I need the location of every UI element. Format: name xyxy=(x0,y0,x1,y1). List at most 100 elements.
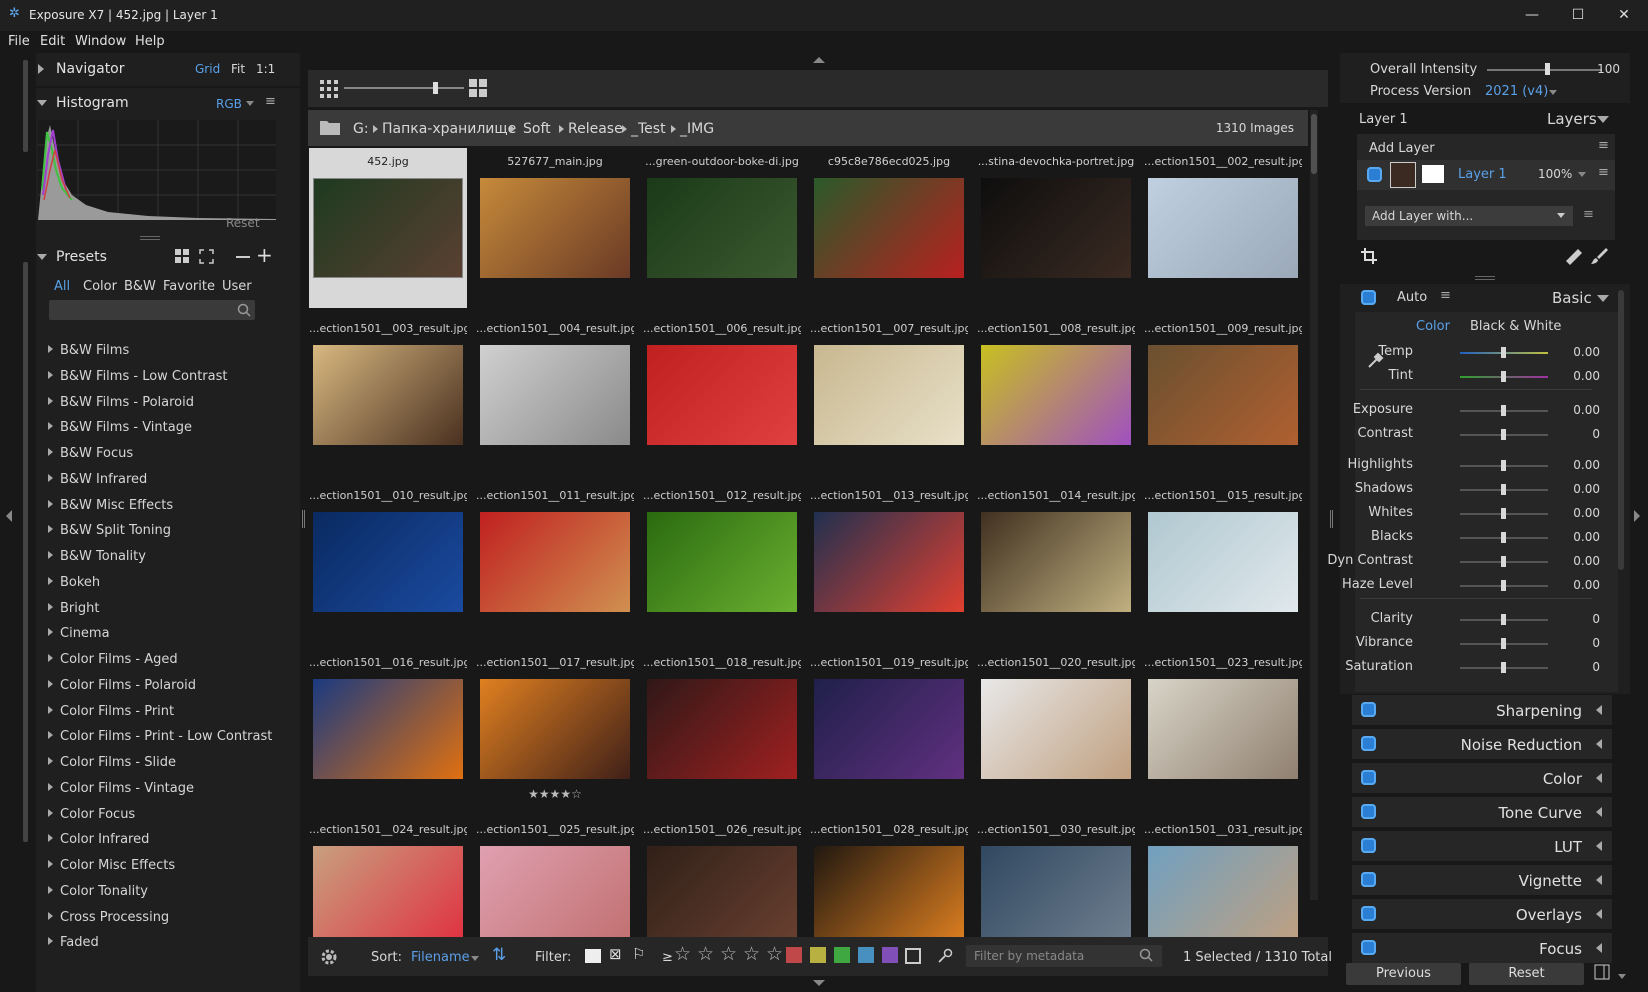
menu-icon[interactable]: ≡ xyxy=(1440,288,1451,303)
basic-title[interactable]: Basic xyxy=(1552,289,1592,307)
brush-icon[interactable] xyxy=(1590,247,1608,265)
menu-icon[interactable]: ≡ xyxy=(265,94,276,109)
preset-item[interactable]: Color Films - Aged xyxy=(48,652,178,667)
section-enable-toggle[interactable] xyxy=(1361,940,1376,955)
slider-knob[interactable] xyxy=(1501,484,1506,495)
reset-button[interactable]: Reset xyxy=(1469,963,1584,985)
collapse-right-icon[interactable] xyxy=(1634,510,1640,522)
section-enable-toggle[interactable] xyxy=(1361,804,1376,819)
preset-item[interactable]: Faded xyxy=(48,935,99,950)
slider-knob[interactable] xyxy=(1501,508,1506,519)
breadcrumb-item[interactable]: Папка-хранилище xyxy=(382,121,516,137)
slider-value[interactable]: 0 xyxy=(1560,427,1600,441)
thumbnail-cell[interactable]: ...ection1501__009_result.jpg xyxy=(1144,315,1302,475)
thumbnail-cell[interactable]: ...ection1501__007_result.jpg xyxy=(810,315,968,475)
layer-row[interactable]: Layer 1 100% ≡ xyxy=(1357,160,1615,190)
preset-item[interactable]: B&W Films - Low Contrast xyxy=(48,369,227,384)
auto-button[interactable]: Auto xyxy=(1397,290,1427,305)
chevron-down-icon[interactable] xyxy=(471,956,479,961)
flag-unflagged-icon[interactable]: ⚐ xyxy=(632,945,645,963)
thumbnail-image[interactable] xyxy=(1148,679,1298,779)
preset-item[interactable]: B&W Misc Effects xyxy=(48,498,173,513)
preset-item[interactable]: Color Films - Print - Low Contrast xyxy=(48,729,272,744)
thumbnail-image[interactable] xyxy=(313,178,463,278)
thumbnail-image[interactable] xyxy=(1148,846,1298,938)
maximize-button[interactable]: ☐ xyxy=(1555,0,1601,31)
eraser-icon[interactable] xyxy=(1564,247,1582,265)
left-scrollbar[interactable] xyxy=(23,262,28,842)
section-overlays[interactable]: Overlays xyxy=(1352,899,1612,929)
thumbnail-cell[interactable]: ...ection1501__024_result.jpg xyxy=(309,816,467,938)
preset-item[interactable]: B&W Split Toning xyxy=(48,523,171,538)
preset-item[interactable]: B&W Films - Polaroid xyxy=(48,395,194,410)
thumbnail-image[interactable] xyxy=(647,512,797,612)
thumbnail-cell[interactable]: ...ection1501__008_result.jpg xyxy=(977,315,1135,475)
thumbnail-cell[interactable]: ...ection1501__025_result.jpg xyxy=(476,816,634,938)
breadcrumb-item[interactable]: _Test xyxy=(631,121,666,137)
thumbnail-cell[interactable]: ...ection1501__017_result.jpg ★★★★☆ xyxy=(476,649,634,809)
thumbnail-image[interactable] xyxy=(814,679,964,779)
layer-visibility-toggle[interactable] xyxy=(1367,167,1382,182)
thumbnail-image[interactable] xyxy=(814,512,964,612)
thumbnail-image[interactable] xyxy=(313,512,463,612)
section-enable-toggle[interactable] xyxy=(1361,838,1376,853)
slider-value[interactable]: 0.00 xyxy=(1560,554,1600,568)
slider-knob[interactable] xyxy=(1501,429,1506,440)
slider-knob[interactable] xyxy=(1501,405,1506,416)
slider-value[interactable]: 0.00 xyxy=(1560,458,1600,472)
slider-knob[interactable] xyxy=(1501,662,1506,673)
section-vignette[interactable]: Vignette xyxy=(1352,865,1612,895)
breadcrumb-item[interactable]: Release xyxy=(568,121,623,137)
preset-tab-color[interactable]: Color xyxy=(83,279,117,294)
thumbnail-image[interactable] xyxy=(981,345,1131,445)
crop-icon[interactable] xyxy=(1361,248,1377,264)
basic-enable-toggle[interactable] xyxy=(1361,290,1376,305)
breadcrumb-drive[interactable]: G: xyxy=(353,121,369,137)
thumbnail-image[interactable] xyxy=(647,178,797,278)
flag-reject-icon[interactable]: ⊠ xyxy=(609,945,622,963)
left-scrollbar-top[interactable] xyxy=(23,60,28,152)
navigator-header[interactable]: Navigator Grid Fit 1:1 xyxy=(36,53,300,86)
menu-icon[interactable]: ≡ xyxy=(1598,165,1609,180)
thumbnail-cell[interactable]: ...ection1501__019_result.jpg xyxy=(810,649,968,809)
thumbnail-image[interactable] xyxy=(981,846,1131,938)
preset-item[interactable]: Color Infrared xyxy=(48,832,149,847)
thumbnail-image[interactable] xyxy=(814,345,964,445)
thumbnail-cell[interactable]: ...ection1501__016_result.jpg xyxy=(309,649,467,809)
slider-knob[interactable] xyxy=(1501,347,1506,358)
thumbnail-cell[interactable]: 452.jpg xyxy=(309,148,467,308)
mode-color-tab[interactable]: Color xyxy=(1416,319,1450,334)
large-thumbs-icon[interactable] xyxy=(469,79,487,97)
chevron-down-icon[interactable] xyxy=(246,101,254,106)
slider-knob[interactable] xyxy=(1501,460,1506,471)
preset-tab-user[interactable]: User xyxy=(222,279,252,294)
star-filter-2-icon[interactable]: ☆ xyxy=(697,943,714,965)
thumbnail-image[interactable] xyxy=(480,178,630,278)
chevron-down-icon[interactable] xyxy=(1618,974,1626,979)
slider-value[interactable]: 0.00 xyxy=(1560,506,1600,520)
left-splitter-handle[interactable] xyxy=(302,510,305,528)
thumbnail-image[interactable] xyxy=(1148,512,1298,612)
thumbnail-image[interactable] xyxy=(647,846,797,938)
metadata-filter-input[interactable]: Filter by metadata xyxy=(966,945,1162,967)
thumbnail-image[interactable] xyxy=(313,679,463,779)
thumbnail-image[interactable] xyxy=(313,345,463,445)
preset-item[interactable]: B&W Films xyxy=(48,343,129,358)
thumbnail-cell[interactable]: ...ection1501__026_result.jpg xyxy=(643,816,801,938)
thumbnail-cell[interactable]: ...ection1501__030_result.jpg xyxy=(977,816,1135,938)
layer-name[interactable]: Layer 1 xyxy=(1458,167,1507,182)
section-enable-toggle[interactable] xyxy=(1361,872,1376,887)
panel-splitter-handle[interactable] xyxy=(140,236,160,240)
thumbnail-image[interactable] xyxy=(814,846,964,938)
chevron-down-icon[interactable] xyxy=(1578,172,1586,177)
section-enable-toggle[interactable] xyxy=(1361,736,1376,751)
thumbnail-cell[interactable]: ...stina-devochka-portret.jpg xyxy=(977,148,1135,308)
preset-tab-bw[interactable]: B&W xyxy=(124,279,156,294)
grid-view-icon[interactable] xyxy=(175,249,190,264)
slider-value[interactable]: 0 xyxy=(1560,660,1600,674)
section-tone-curve[interactable]: Tone Curve xyxy=(1352,797,1612,827)
right-scrollbar[interactable] xyxy=(1618,290,1624,570)
menu-window[interactable]: Window xyxy=(75,34,126,49)
slider-value[interactable]: 0 xyxy=(1560,636,1600,650)
gear-icon[interactable] xyxy=(319,947,339,967)
